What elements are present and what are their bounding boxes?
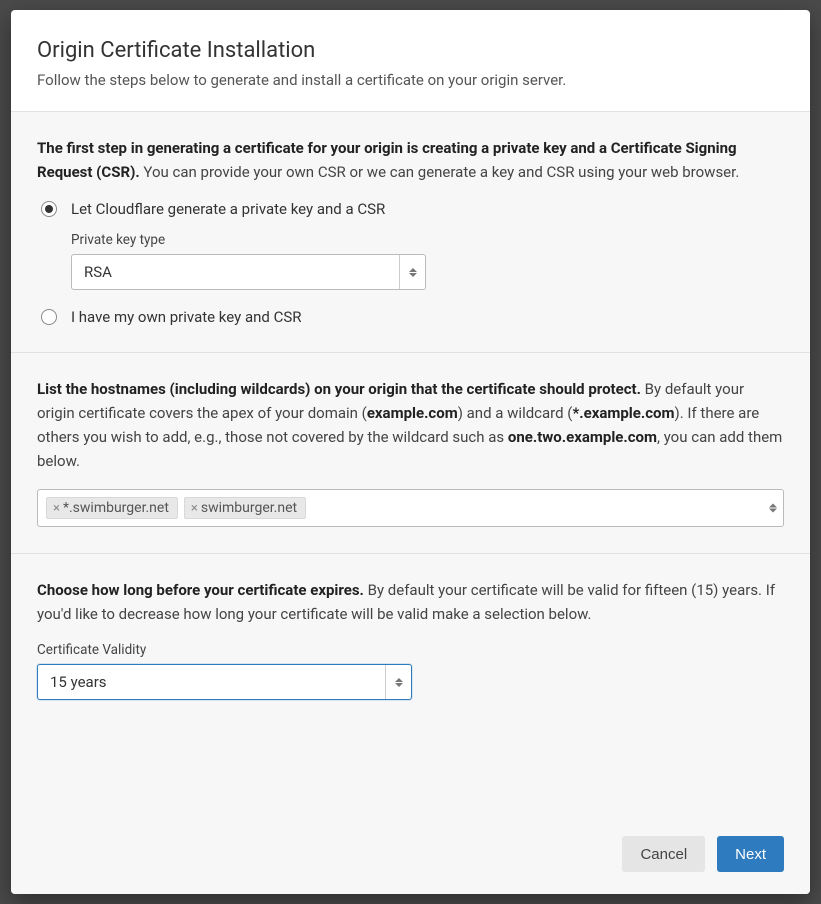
remove-tag-icon[interactable]: × [191, 501, 198, 516]
validity-value: 15 years [50, 673, 399, 691]
section-validity: Choose how long before your certificate … [11, 554, 810, 726]
radio-own-label: I have my own private key and CSR [71, 308, 301, 326]
private-key-type-select[interactable]: RSA [71, 254, 426, 290]
hostnames-description: List the hostnames (including wildcards)… [37, 377, 784, 473]
h-d-2: ) and a wildcard ( [458, 404, 573, 422]
private-key-type-label: Private key type [71, 232, 784, 248]
private-key-type-block: Private key type RSA [71, 232, 784, 290]
validity-desc-bold: Choose how long before your certificate … [37, 581, 364, 599]
h-d-sub: one.two.example.com [508, 428, 657, 446]
modal-subtitle: Follow the steps below to generate and i… [37, 71, 784, 89]
section-hostnames: List the hostnames (including wildcards)… [11, 353, 810, 554]
select-arrows-icon [769, 504, 777, 513]
hostname-tag-text: *.swimburger.net [63, 500, 169, 516]
modal-footer: Cancel Next [11, 726, 810, 894]
select-arrows-icon [399, 255, 425, 289]
validity-select[interactable]: 15 years [37, 664, 412, 700]
hostnames-desc-bold: List the hostnames (including wildcards)… [37, 380, 641, 398]
radio-option-own[interactable]: I have my own private key and CSR [41, 308, 784, 326]
section-csr: The first step in generating a certifica… [11, 112, 810, 353]
hostname-tag-text: swimburger.net [201, 500, 297, 516]
h-d-wild: *.example.com [572, 404, 674, 422]
radio-own-icon[interactable] [41, 309, 57, 325]
hostname-tag[interactable]: × *.swimburger.net [46, 497, 178, 519]
csr-description: The first step in generating a certifica… [37, 136, 784, 184]
csr-desc-rest: You can provide your own CSR or we can g… [140, 163, 740, 181]
radio-generate-icon[interactable] [41, 201, 57, 217]
validity-label: Certificate Validity [37, 642, 784, 658]
remove-tag-icon[interactable]: × [53, 501, 60, 516]
select-arrows-icon [385, 665, 411, 699]
modal-title: Origin Certificate Installation [37, 38, 784, 63]
h-d-apex: example.com [367, 404, 458, 422]
origin-cert-modal: Origin Certificate Installation Follow t… [11, 10, 810, 894]
hostnames-input[interactable]: × *.swimburger.net × swimburger.net [37, 489, 784, 527]
modal-header: Origin Certificate Installation Follow t… [11, 10, 810, 112]
cancel-button[interactable]: Cancel [622, 836, 705, 872]
hostname-tag[interactable]: × swimburger.net [184, 497, 306, 519]
validity-description: Choose how long before your certificate … [37, 578, 784, 626]
radio-option-generate[interactable]: Let Cloudflare generate a private key an… [41, 200, 784, 218]
private-key-type-value: RSA [84, 263, 413, 281]
next-button[interactable]: Next [717, 836, 784, 872]
radio-generate-label: Let Cloudflare generate a private key an… [71, 200, 385, 218]
